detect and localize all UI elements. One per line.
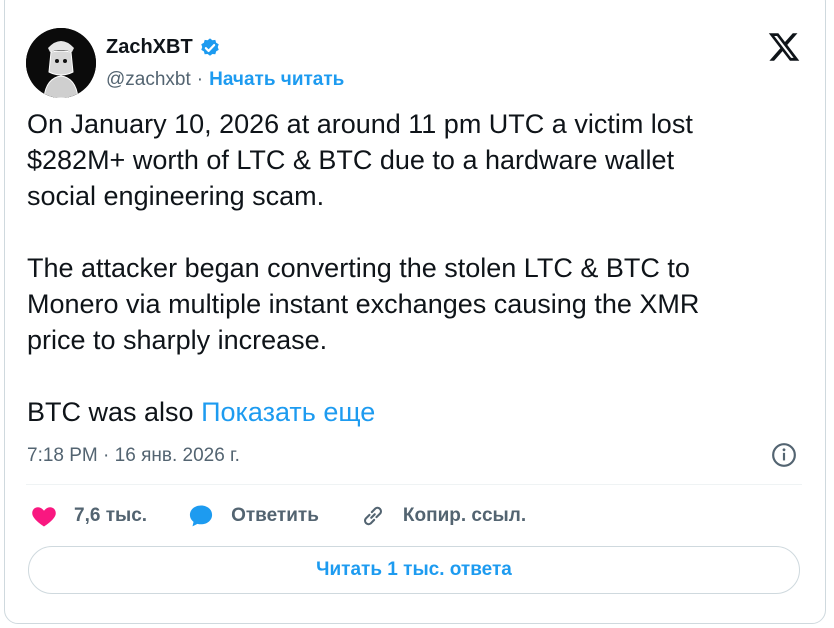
tweet-paragraph: The attacker began converting the stolen… xyxy=(27,253,700,355)
detective-avatar-icon xyxy=(26,28,96,98)
reply-label: Ответить xyxy=(231,505,319,526)
author-name-row: ZachXBT xyxy=(106,36,221,59)
tweet-actions: 7,6 тыс. Ответить Копир. ссыл. xyxy=(30,500,566,532)
copy-link-label: Копир. ссыл. xyxy=(402,505,527,526)
tweet-last-line: BTC was also Показать еще xyxy=(27,394,797,430)
link-icon xyxy=(363,506,382,526)
tweet-text: On January 10, 2026 at around 11 pm UTC … xyxy=(27,106,797,430)
heart-icon xyxy=(32,507,56,527)
tweet-date[interactable]: 16 янв. 2026 г. xyxy=(115,445,240,467)
copy-link-button[interactable]: Копир. ссыл. xyxy=(359,502,526,530)
like-count: 7,6 тыс. xyxy=(74,505,148,526)
like-button[interactable]: 7,6 тыс. xyxy=(30,502,147,530)
author-handle-row: @zachxbt · Начать читать xyxy=(106,69,344,91)
show-more-link[interactable]: Показать еще xyxy=(201,397,375,427)
tweet-paragraph: On January 10, 2026 at around 11 pm UTC … xyxy=(27,109,693,211)
author-name[interactable]: ZachXBT xyxy=(106,36,193,59)
reply-button[interactable]: Ответить xyxy=(187,502,319,530)
author-handle[interactable]: @zachxbt xyxy=(106,69,191,91)
follow-button[interactable]: Начать читать xyxy=(209,69,344,91)
tweet-header: ZachXBT @zachxbt · Начать читать xyxy=(26,28,806,98)
avatar[interactable] xyxy=(26,28,96,98)
tweet-time[interactable]: 7:18 PM xyxy=(27,445,98,467)
meta-separator: · xyxy=(97,445,115,466)
verified-badge-icon xyxy=(200,37,219,56)
tweet-meta: 7:18 PM · 16 янв. 2026 г. xyxy=(27,441,799,471)
read-replies-button[interactable]: Читать 1 тыс. ответа xyxy=(28,546,800,594)
separator-dot: · xyxy=(196,69,204,90)
divider xyxy=(26,484,802,485)
tweet-truncated-text: BTC was also xyxy=(27,397,202,427)
read-replies-label: Читать 1 тыс. ответа xyxy=(316,559,512,580)
speech-bubble-icon xyxy=(189,505,213,527)
info-icon[interactable] xyxy=(771,442,797,468)
x-logo-icon[interactable] xyxy=(766,30,802,64)
